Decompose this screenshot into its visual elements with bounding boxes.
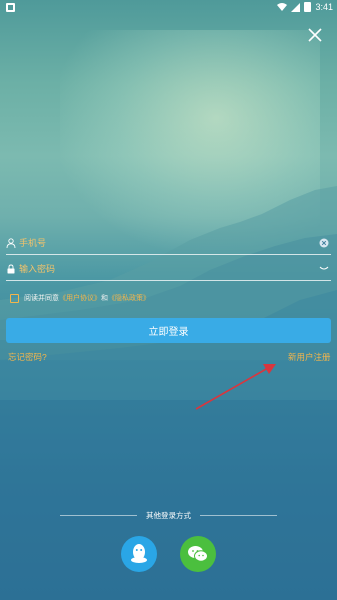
user-agreement-link[interactable]: 《用户协议》	[59, 293, 101, 303]
close-icon	[308, 28, 322, 42]
qq-icon	[131, 544, 147, 563]
close-button[interactable]	[304, 24, 326, 46]
register-link[interactable]: 新用户注册	[288, 351, 331, 363]
agreement-row: 阅读并同意 《用户协议》 和 《隐私政策》	[10, 292, 150, 304]
privacy-policy-link[interactable]: 《隐私政策》	[108, 293, 150, 303]
divider-line-right	[200, 514, 277, 516]
eye-closed-icon	[319, 266, 329, 269]
status-time: 3:41	[315, 2, 333, 12]
lock-icon	[7, 264, 15, 273]
password-input[interactable]	[19, 259, 317, 278]
toggle-password-visibility[interactable]	[317, 262, 331, 276]
status-bar: 3:41	[0, 0, 337, 14]
phone-field-row	[6, 231, 331, 255]
battery-icon	[304, 2, 312, 12]
notification-icon	[6, 2, 15, 12]
agreement-checkbox[interactable]	[10, 293, 19, 303]
wechat-icon	[188, 546, 208, 562]
agreement-prefix: 阅读并同意	[24, 295, 59, 302]
signal-icon	[291, 2, 301, 12]
phone-input[interactable]	[19, 233, 317, 252]
user-icon	[6, 237, 16, 248]
password-field-row	[6, 257, 331, 281]
wifi-icon	[277, 3, 288, 11]
divider-line-left	[60, 514, 137, 516]
clear-icon	[319, 238, 329, 247]
status-right: 3:41	[277, 2, 333, 12]
other-login-divider: 其他登录方式	[60, 509, 277, 521]
wechat-login-button[interactable]	[180, 536, 216, 572]
status-left	[6, 2, 15, 12]
clear-button[interactable]	[317, 236, 331, 250]
qq-login-button[interactable]	[121, 536, 157, 572]
login-button[interactable]: 立即登录	[6, 318, 331, 343]
forgot-password-link[interactable]: 忘记密码?	[8, 351, 47, 363]
other-login-title: 其他登录方式	[146, 510, 191, 520]
agreement-conjunction: 和	[101, 295, 108, 302]
